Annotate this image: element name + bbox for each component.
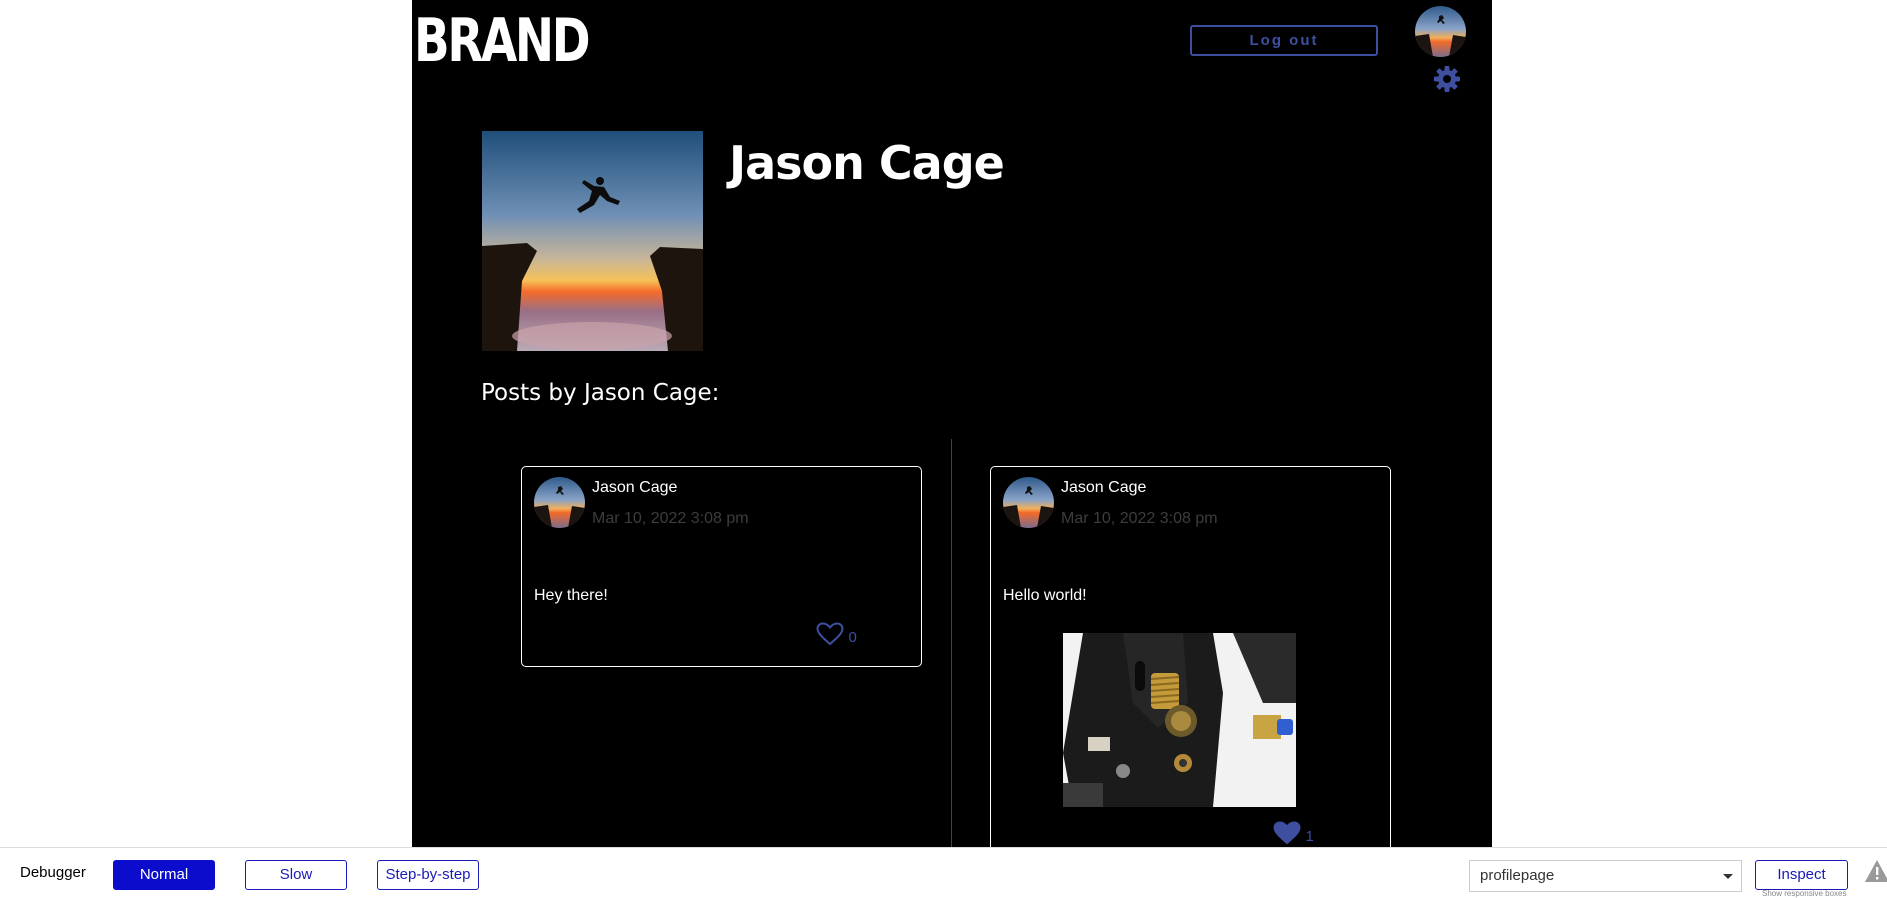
- post-author-avatar[interactable]: [534, 477, 585, 528]
- column-divider: [951, 439, 952, 847]
- like-control: 0: [816, 622, 857, 646]
- post-text: Hey there!: [534, 587, 608, 604]
- post-author[interactable]: Jason Cage: [1061, 479, 1146, 497]
- mode-normal-button[interactable]: Normal: [113, 860, 215, 890]
- post-text: Hello world!: [1003, 587, 1087, 604]
- gear-icon[interactable]: [1432, 64, 1462, 94]
- post-timestamp: Mar 10, 2022 3:08 pm: [592, 510, 749, 527]
- post-image: [1063, 633, 1296, 807]
- profile-photo: [482, 131, 703, 351]
- debugger-bar: Debugger Normal Slow Step-by-step profil…: [0, 847, 1887, 898]
- user-avatar[interactable]: [1415, 6, 1466, 57]
- like-control: 1: [1273, 821, 1314, 845]
- page-select[interactable]: profilepage: [1469, 860, 1742, 892]
- logout-button[interactable]: Log out: [1190, 25, 1378, 56]
- chevron-down-icon: [1723, 874, 1733, 879]
- debugger-label: Debugger: [20, 864, 86, 881]
- like-count: 1: [1305, 828, 1314, 845]
- post-timestamp: Mar 10, 2022 3:08 pm: [1061, 510, 1218, 527]
- mode-slow-button[interactable]: Slow: [245, 860, 347, 890]
- heart-icon[interactable]: [816, 622, 844, 646]
- posts-heading: Posts by Jason Cage:: [481, 380, 720, 406]
- like-count: 0: [848, 629, 857, 646]
- post-card: Jason Cage Mar 10, 2022 3:08 pm Hey ther…: [521, 466, 922, 667]
- mode-step-button[interactable]: Step-by-step: [377, 860, 479, 890]
- post-card: Jason Cage Mar 10, 2022 3:08 pm Hello wo…: [990, 466, 1391, 847]
- inspect-button[interactable]: Inspect: [1755, 860, 1848, 890]
- inspect-subtext: Show responsive boxes: [1762, 889, 1847, 898]
- warning-icon[interactable]: [1864, 858, 1887, 884]
- post-author[interactable]: Jason Cage: [592, 479, 677, 497]
- post-author-avatar[interactable]: [1003, 477, 1054, 528]
- brand-logo[interactable]: BRAND: [414, 6, 591, 76]
- page-select-value: profilepage: [1480, 867, 1555, 884]
- profile-name: Jason Cage: [729, 136, 1005, 190]
- heart-icon[interactable]: [1273, 821, 1301, 845]
- app-frame: BRAND Log out Jason Cage Posts by Jason …: [412, 0, 1492, 847]
